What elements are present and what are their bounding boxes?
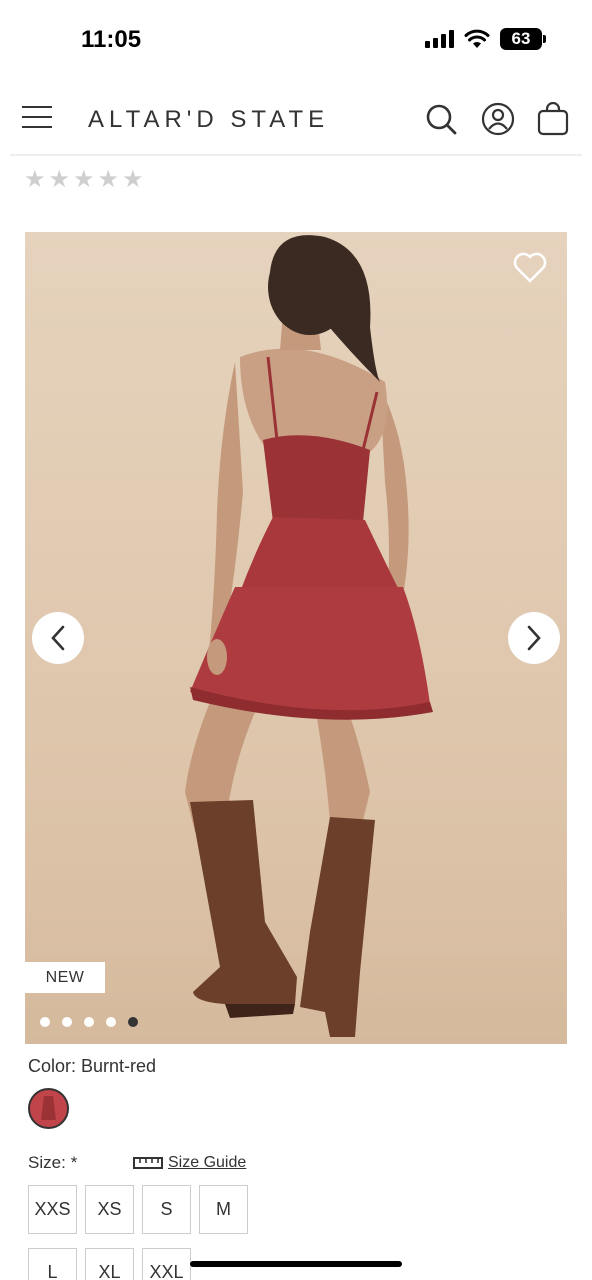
star-icon: ★	[48, 166, 71, 193]
chevron-right-icon	[527, 625, 541, 651]
size-option-xs[interactable]: XS	[85, 1185, 134, 1234]
star-rating[interactable]: ★ ★ ★ ★ ★	[24, 168, 144, 192]
status-bar: 11:05 63	[0, 0, 592, 80]
size-guide-link[interactable]: Size Guide	[133, 1154, 246, 1172]
carousel-dots	[40, 1017, 138, 1027]
size-option-xl[interactable]: XL	[85, 1248, 134, 1280]
carousel-dot-2[interactable]	[62, 1017, 72, 1027]
size-guide-label[interactable]: Size Guide	[168, 1154, 246, 1172]
size-option-xxs[interactable]: XXS	[28, 1185, 77, 1234]
status-icons: 63	[425, 28, 546, 50]
wifi-icon	[464, 29, 490, 48]
color-value: Burnt-red	[81, 1056, 157, 1076]
color-swatch-burnt-red[interactable]	[28, 1088, 69, 1129]
star-icon: ★	[24, 166, 46, 193]
carousel-dot-1[interactable]	[40, 1017, 50, 1027]
star-icon: ★	[73, 166, 95, 193]
battery-icon: 63	[500, 28, 546, 50]
chevron-left-icon	[51, 625, 65, 651]
size-label-text: Size:	[28, 1153, 66, 1172]
star-icon: ★	[122, 166, 144, 193]
size-option-xxl[interactable]: XXL	[142, 1248, 191, 1280]
signal-icon	[425, 30, 454, 48]
product-photo	[25, 232, 567, 1044]
size-required-mark: *	[70, 1153, 78, 1172]
carousel-dot-3[interactable]	[84, 1017, 94, 1027]
size-option-s[interactable]: S	[142, 1185, 191, 1234]
swatch-dress-icon	[41, 1096, 56, 1120]
carousel-dot-4[interactable]	[106, 1017, 116, 1027]
new-badge: NEW	[25, 962, 105, 993]
ruler-icon	[133, 1157, 163, 1169]
size-option-m[interactable]: M	[199, 1185, 248, 1234]
product-image-gallery[interactable]: NEW	[25, 232, 567, 1044]
search-icon[interactable]	[424, 102, 458, 136]
heart-icon[interactable]	[513, 252, 547, 284]
size-label: Size: *	[28, 1153, 77, 1173]
color-label: Color: Burnt-red	[28, 1056, 156, 1077]
brand-logo[interactable]: ALTAR'D STATE	[88, 106, 329, 134]
menu-icon[interactable]	[22, 106, 52, 132]
star-icon: ★	[97, 166, 120, 193]
header-divider	[10, 154, 582, 156]
shopping-bag-icon[interactable]	[536, 102, 570, 136]
previous-image-button[interactable]	[32, 612, 84, 664]
next-image-button[interactable]	[508, 612, 560, 664]
size-option-l[interactable]: L	[28, 1248, 77, 1280]
site-header: ALTAR'D STATE	[0, 88, 592, 150]
carousel-dot-5[interactable]	[128, 1017, 138, 1027]
account-icon[interactable]	[481, 102, 515, 136]
home-indicator	[190, 1261, 402, 1267]
battery-level: 63	[511, 29, 531, 48]
status-time: 11:05	[81, 26, 142, 53]
color-label-text: Color:	[28, 1056, 77, 1076]
